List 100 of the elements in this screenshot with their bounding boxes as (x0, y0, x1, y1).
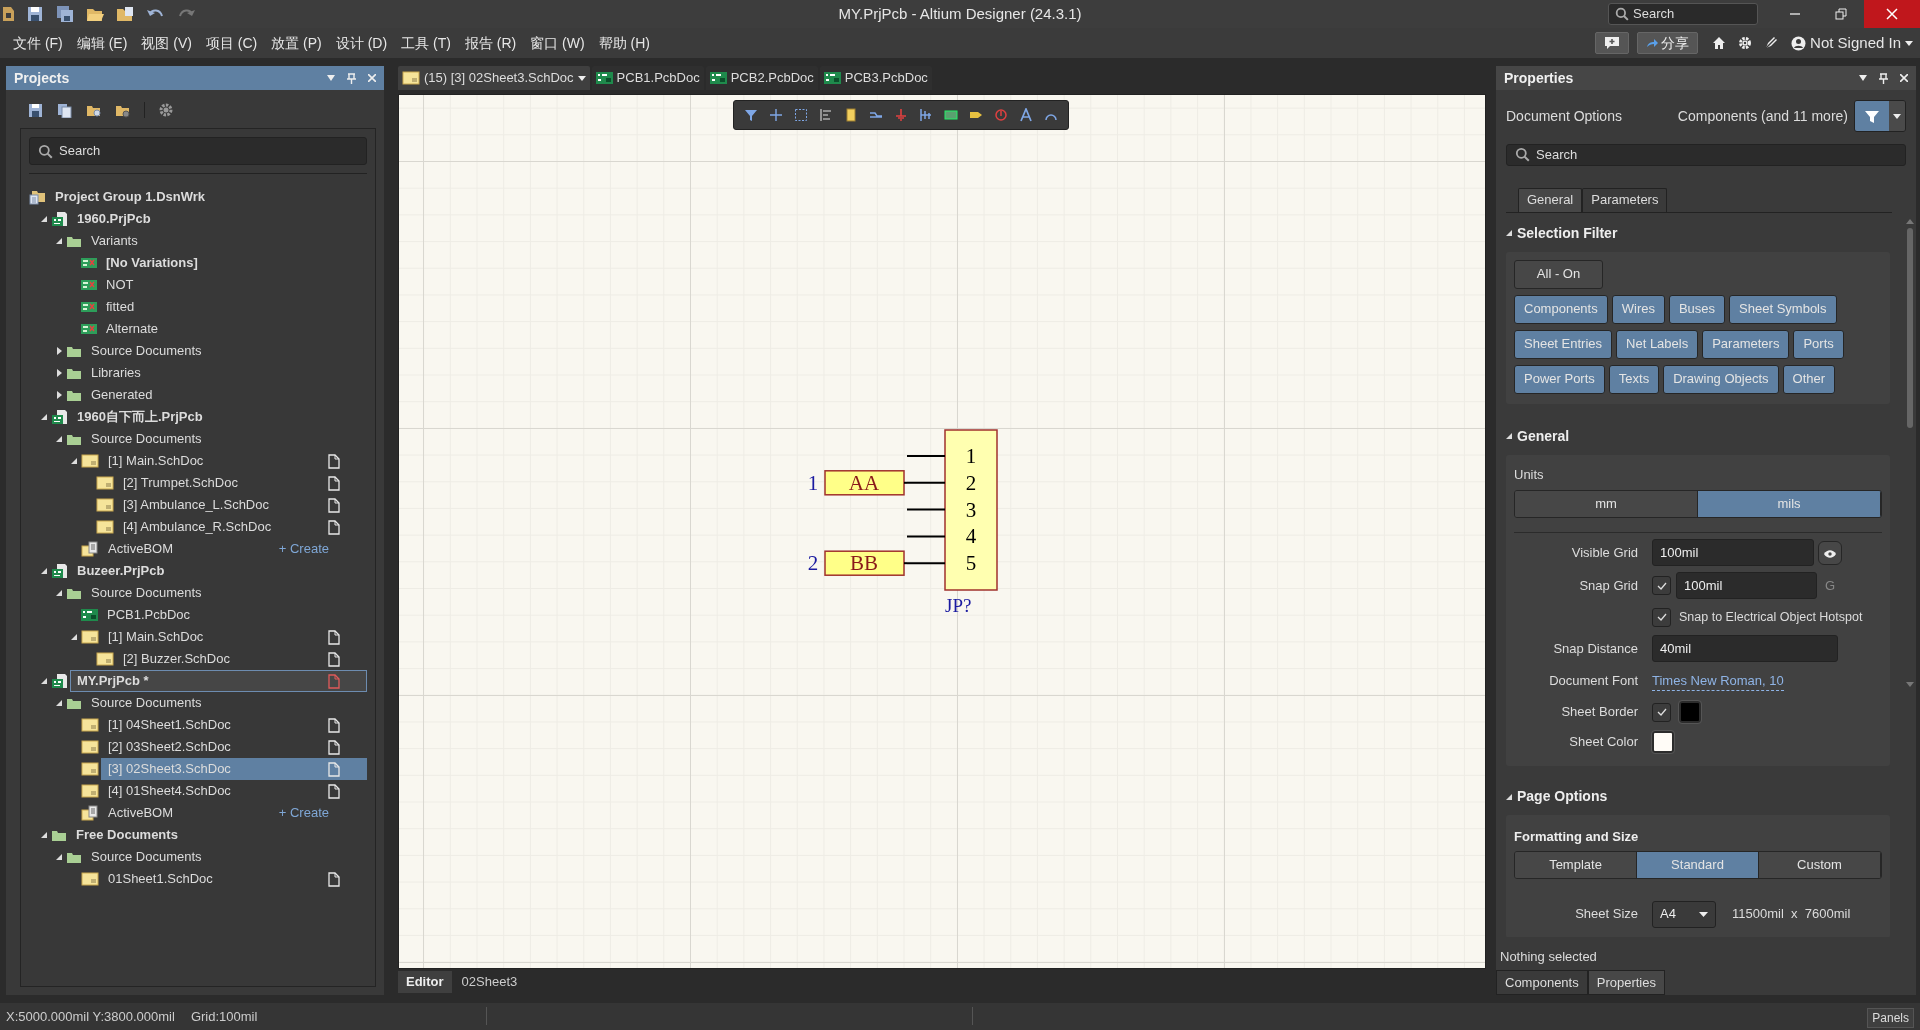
collapsed-arrow-icon[interactable] (56, 391, 62, 399)
search-box[interactable]: Search (29, 137, 367, 165)
settings-icon[interactable] (159, 103, 173, 117)
search-field[interactable]: Search (1633, 4, 1743, 24)
tree-item[interactable]: Buzeer.PrjPcb (70, 560, 367, 582)
panel-tab[interactable]: General (1518, 187, 1583, 212)
scrollbar[interactable] (1906, 218, 1914, 688)
expanded-arrow-icon[interactable] (56, 854, 62, 860)
expanded-arrow-icon[interactable] (41, 832, 47, 838)
menu-item[interactable]: 工具 (T) (394, 30, 458, 56)
tree-item[interactable]: 1960自下而上.PrjPcb (70, 406, 367, 428)
checkbox[interactable] (1652, 576, 1671, 595)
tree-item[interactable]: Source Documents (84, 428, 367, 450)
tree-item[interactable]: [1] 04Sheet1.SchDoc (101, 714, 367, 736)
editor-tab[interactable]: Editor (398, 971, 452, 993)
unit-option[interactable]: mm (1515, 491, 1698, 517)
pen-slash-icon[interactable] (1764, 36, 1779, 50)
document-tab[interactable]: PCB3.PcbDoc (819, 66, 932, 90)
expanded-arrow-icon[interactable] (56, 436, 62, 442)
panel-tab[interactable]: Properties (1587, 970, 1665, 995)
save-icon[interactable] (28, 102, 43, 118)
close-icon[interactable] (368, 74, 376, 82)
document-tab[interactable]: (15) [3] 02Sheet3.SchDoc (398, 66, 590, 90)
cross-icon[interactable] (769, 108, 783, 122)
tree-item[interactable]: PCB1.PcbDoc (100, 604, 367, 626)
tree-item[interactable]: 01Sheet1.SchDoc (101, 868, 367, 890)
tree-item[interactable]: NOT (99, 274, 367, 296)
tree-item[interactable]: ActiveBOM (101, 802, 174, 824)
menu-item[interactable]: 报告 (R) (457, 30, 524, 56)
color-swatch[interactable] (1652, 731, 1674, 753)
home-icon[interactable] (1712, 36, 1727, 50)
tree-item[interactable]: Source Documents (84, 340, 367, 362)
tree-item[interactable]: [No Variations] (99, 252, 367, 274)
collapsed-arrow-icon[interactable] (56, 347, 62, 355)
expanded-arrow-icon[interactable] (56, 238, 62, 244)
close-button[interactable] (1864, 0, 1920, 28)
tree-item[interactable]: Source Documents (84, 582, 367, 604)
expanded-arrow-icon[interactable] (71, 458, 77, 464)
create-link[interactable]: + Create (278, 539, 329, 559)
editor-tab[interactable]: 02Sheet3 (453, 971, 526, 993)
checkbox[interactable] (1652, 607, 1671, 627)
filter-dropdown-button[interactable] (1889, 101, 1905, 131)
input-field[interactable]: 40mil (1652, 635, 1838, 662)
expanded-arrow-icon[interactable] (1506, 433, 1512, 439)
no-erc-icon[interactable] (994, 108, 1008, 122)
document-tab[interactable]: PCB1.PcbDoc (591, 66, 704, 90)
create-link[interactable]: + Create (278, 803, 329, 823)
pin-icon[interactable] (1879, 72, 1888, 84)
size-mode-option[interactable]: Custom (1759, 851, 1881, 878)
panels-button[interactable]: Panels (1867, 1008, 1914, 1028)
search-box[interactable]: Search (1506, 144, 1906, 166)
menu-item[interactable]: 放置 (P) (264, 30, 329, 56)
tree-item[interactable]: [3] Ambulance_L.SchDoc (116, 494, 367, 516)
expanded-arrow-icon[interactable] (41, 216, 47, 222)
expanded-arrow-icon[interactable] (41, 568, 47, 574)
tree-item[interactable]: [1] Main.SchDoc (101, 626, 367, 648)
menu-item[interactable]: 编辑 (E) (69, 30, 135, 56)
menu-item[interactable]: 窗口 (W) (523, 30, 592, 56)
color-swatch[interactable] (1679, 701, 1701, 723)
tree-item[interactable]: [1] Main.SchDoc (101, 450, 367, 472)
tree-item[interactable]: Alternate (99, 318, 367, 340)
input-field[interactable]: 100mil (1676, 572, 1817, 599)
dropdown-caret-icon[interactable] (1859, 75, 1867, 81)
dropdown-caret-icon[interactable] (577, 75, 586, 81)
collapsed-arrow-icon[interactable] (56, 369, 62, 377)
panel-tab[interactable]: Components (1496, 970, 1588, 995)
expanded-arrow-icon[interactable] (41, 414, 47, 420)
expanded-arrow-icon[interactable] (71, 634, 77, 640)
user-menu[interactable]: Not Signed In (1784, 29, 1920, 57)
panel-tab[interactable]: Parameters (1582, 187, 1668, 212)
tree-item[interactable]: Project Group 1.DsnWrk (48, 186, 367, 208)
pin-icon[interactable] (347, 72, 356, 84)
size-mode-option[interactable]: Template (1515, 851, 1637, 878)
tree-item[interactable]: MY.PrjPcb * (70, 670, 367, 692)
align-icon[interactable] (819, 108, 833, 122)
sheet-size-dropdown[interactable]: A4 (1652, 900, 1716, 928)
expanded-arrow-icon[interactable] (56, 700, 62, 706)
menu-item[interactable]: 设计 (D) (328, 30, 395, 56)
tree-item[interactable]: Source Documents (84, 846, 367, 868)
visibility-button[interactable] (1818, 540, 1842, 565)
checkbox[interactable] (1652, 702, 1671, 722)
schematic-canvas[interactable]: 1 1 AA 2 3 4 2 BB 5 JP? (398, 94, 1486, 969)
text-icon[interactable] (1019, 108, 1033, 122)
menu-item[interactable]: 视图 (V) (134, 30, 199, 56)
sheet-symbol-icon[interactable] (944, 108, 958, 122)
expanded-arrow-icon[interactable] (1506, 793, 1512, 800)
select-rectangle-icon[interactable] (794, 108, 808, 122)
filter-icon[interactable] (744, 108, 758, 122)
close-icon[interactable] (1900, 74, 1908, 82)
tree-item[interactable]: [4] Ambulance_R.SchDoc (116, 516, 367, 538)
save-all-icon[interactable] (56, 5, 76, 23)
search-box[interactable]: Search (1608, 3, 1758, 25)
expanded-arrow-icon[interactable] (41, 678, 47, 684)
menu-item[interactable]: 文件 (F) (6, 30, 70, 56)
tree-item[interactable]: [2] 03Sheet2.SchDoc (101, 736, 367, 758)
expanded-arrow-icon[interactable] (56, 590, 62, 596)
tree-item[interactable]: 1960.PrjPcb (70, 208, 367, 230)
comment-button[interactable] (1595, 32, 1630, 54)
tree-item[interactable]: Variants (84, 230, 367, 252)
search-field[interactable]: Search (1536, 145, 1897, 165)
